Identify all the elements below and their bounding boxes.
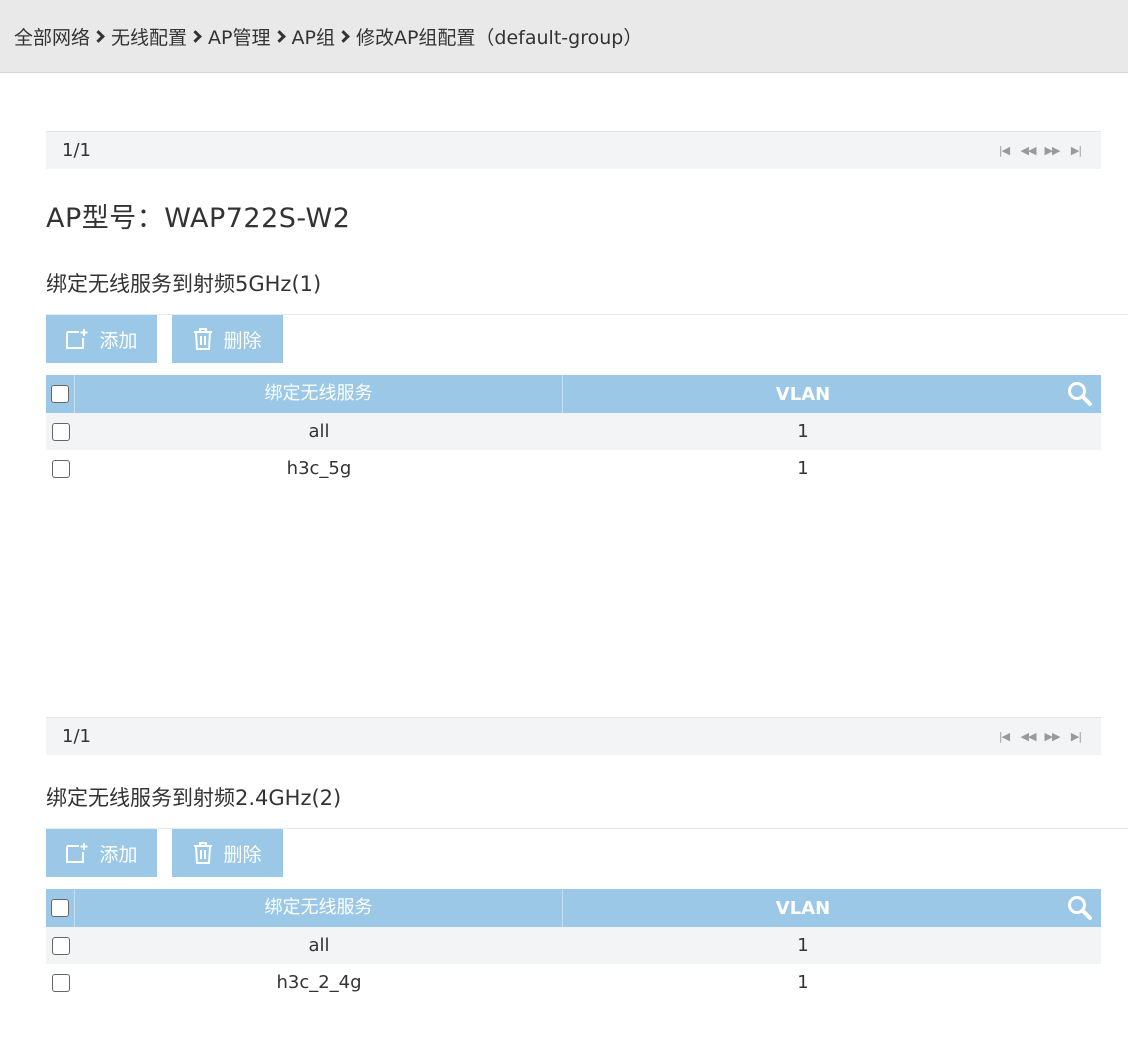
prev-page-icon[interactable]: ◀◀ <box>1019 730 1037 743</box>
column-header-service[interactable]: 绑定无线服务 <box>75 889 563 927</box>
add-icon <box>66 329 88 349</box>
vlan-value: 1 <box>797 935 809 956</box>
page-indicator: 1/1 <box>62 140 91 161</box>
select-all-cell <box>46 889 75 927</box>
row-checkbox[interactable] <box>51 936 70 955</box>
vlan-value: 1 <box>797 421 809 442</box>
row-checkbox-cell <box>46 422 75 441</box>
service-table-5ghz: 绑定无线服务 VLAN all 1 h3c_5g 1 <box>46 375 1101 487</box>
table-row[interactable]: h3c_2_4g 1 <box>46 964 1101 1001</box>
table-header: 绑定无线服务 VLAN <box>46 375 1101 413</box>
next-page-icon[interactable]: ▶▶ <box>1043 730 1061 743</box>
table-row[interactable]: all 1 <box>46 927 1101 964</box>
service-name: all <box>308 421 330 442</box>
search-icon[interactable] <box>1067 895 1093 921</box>
service-name: h3c_2_4g <box>276 972 362 993</box>
service-name: all <box>308 935 330 956</box>
delete-button-2-4ghz[interactable]: 删除 <box>172 829 283 877</box>
pager-5ghz: 1/1 |◀ ◀◀ ▶▶ ▶| <box>46 717 1101 755</box>
last-page-icon[interactable]: ▶| <box>1067 144 1085 157</box>
chevron-right-icon <box>189 29 202 43</box>
ap-model-value: WAP722S-W2 <box>164 203 351 234</box>
select-all-checkbox[interactable] <box>51 899 69 917</box>
pager-top: 1/1 |◀ ◀◀ ▶▶ ▶| <box>46 131 1101 169</box>
table-header: 绑定无线服务 VLAN <box>46 889 1101 927</box>
pager-nav: |◀ ◀◀ ▶▶ ▶| <box>995 144 1085 157</box>
add-button-label: 添加 <box>99 843 138 866</box>
delete-button-5ghz[interactable]: 删除 <box>172 315 283 363</box>
next-page-icon[interactable]: ▶▶ <box>1043 144 1061 157</box>
first-page-icon[interactable]: |◀ <box>995 144 1013 157</box>
row-checkbox[interactable] <box>51 973 70 992</box>
search-icon[interactable] <box>1067 381 1093 407</box>
chevron-right-icon <box>337 29 350 43</box>
trash-icon <box>194 328 213 350</box>
section-title-5ghz: 绑定无线服务到射频5GHz(1) <box>46 272 322 296</box>
select-all-checkbox[interactable] <box>51 385 69 403</box>
select-all-cell <box>46 375 75 413</box>
breadcrumb-item-ap-group[interactable]: AP组 <box>292 23 335 50</box>
section-title-2-4ghz: 绑定无线服务到射频2.4GHz(2) <box>46 786 342 810</box>
table-row[interactable]: h3c_5g 1 <box>46 450 1101 487</box>
add-icon <box>66 843 88 863</box>
delete-button-label: 删除 <box>223 329 262 352</box>
trash-icon <box>194 842 213 864</box>
add-button-5ghz[interactable]: 添加 <box>46 315 157 363</box>
breadcrumb-item-ap-management[interactable]: AP管理 <box>208 23 270 50</box>
breadcrumb-item-wireless-config[interactable]: 无线配置 <box>111 23 187 50</box>
ap-model-label: AP型号： <box>46 203 165 234</box>
delete-button-label: 删除 <box>223 843 262 866</box>
ap-model-title: AP型号：WAP722S-W2 <box>46 196 350 235</box>
chevron-right-icon <box>272 29 286 43</box>
table-row[interactable]: all 1 <box>46 413 1101 450</box>
vlan-value: 1 <box>797 972 809 993</box>
prev-page-icon[interactable]: ◀◀ <box>1019 144 1037 157</box>
first-page-icon[interactable]: |◀ <box>995 730 1013 743</box>
column-header-vlan[interactable]: VLAN <box>563 384 1043 405</box>
chevron-right-icon <box>92 29 105 43</box>
column-header-vlan[interactable]: VLAN <box>563 898 1043 919</box>
add-button-label: 添加 <box>99 329 138 352</box>
row-checkbox[interactable] <box>51 459 70 478</box>
last-page-icon[interactable]: ▶| <box>1067 730 1085 743</box>
service-table-2-4ghz: 绑定无线服务 VLAN all 1 h3c_2_4g 1 <box>46 889 1101 1001</box>
row-checkbox-cell <box>46 936 75 955</box>
service-name: h3c_5g <box>286 458 352 479</box>
breadcrumb: 全部网络 无线配置 AP管理 AP组 修改AP组配置（default-group… <box>0 0 1128 73</box>
vlan-value: 1 <box>797 458 809 479</box>
page-indicator: 1/1 <box>62 726 91 747</box>
pager-nav: |◀ ◀◀ ▶▶ ▶| <box>995 730 1085 743</box>
add-button-2-4ghz[interactable]: 添加 <box>46 829 157 877</box>
row-checkbox-cell <box>46 973 75 992</box>
breadcrumb-item-all-network[interactable]: 全部网络 <box>14 23 90 50</box>
breadcrumb-item-current: 修改AP组配置（default-group） <box>355 26 643 49</box>
row-checkbox-cell <box>46 459 75 478</box>
row-checkbox[interactable] <box>51 422 70 441</box>
column-header-service[interactable]: 绑定无线服务 <box>75 375 563 413</box>
